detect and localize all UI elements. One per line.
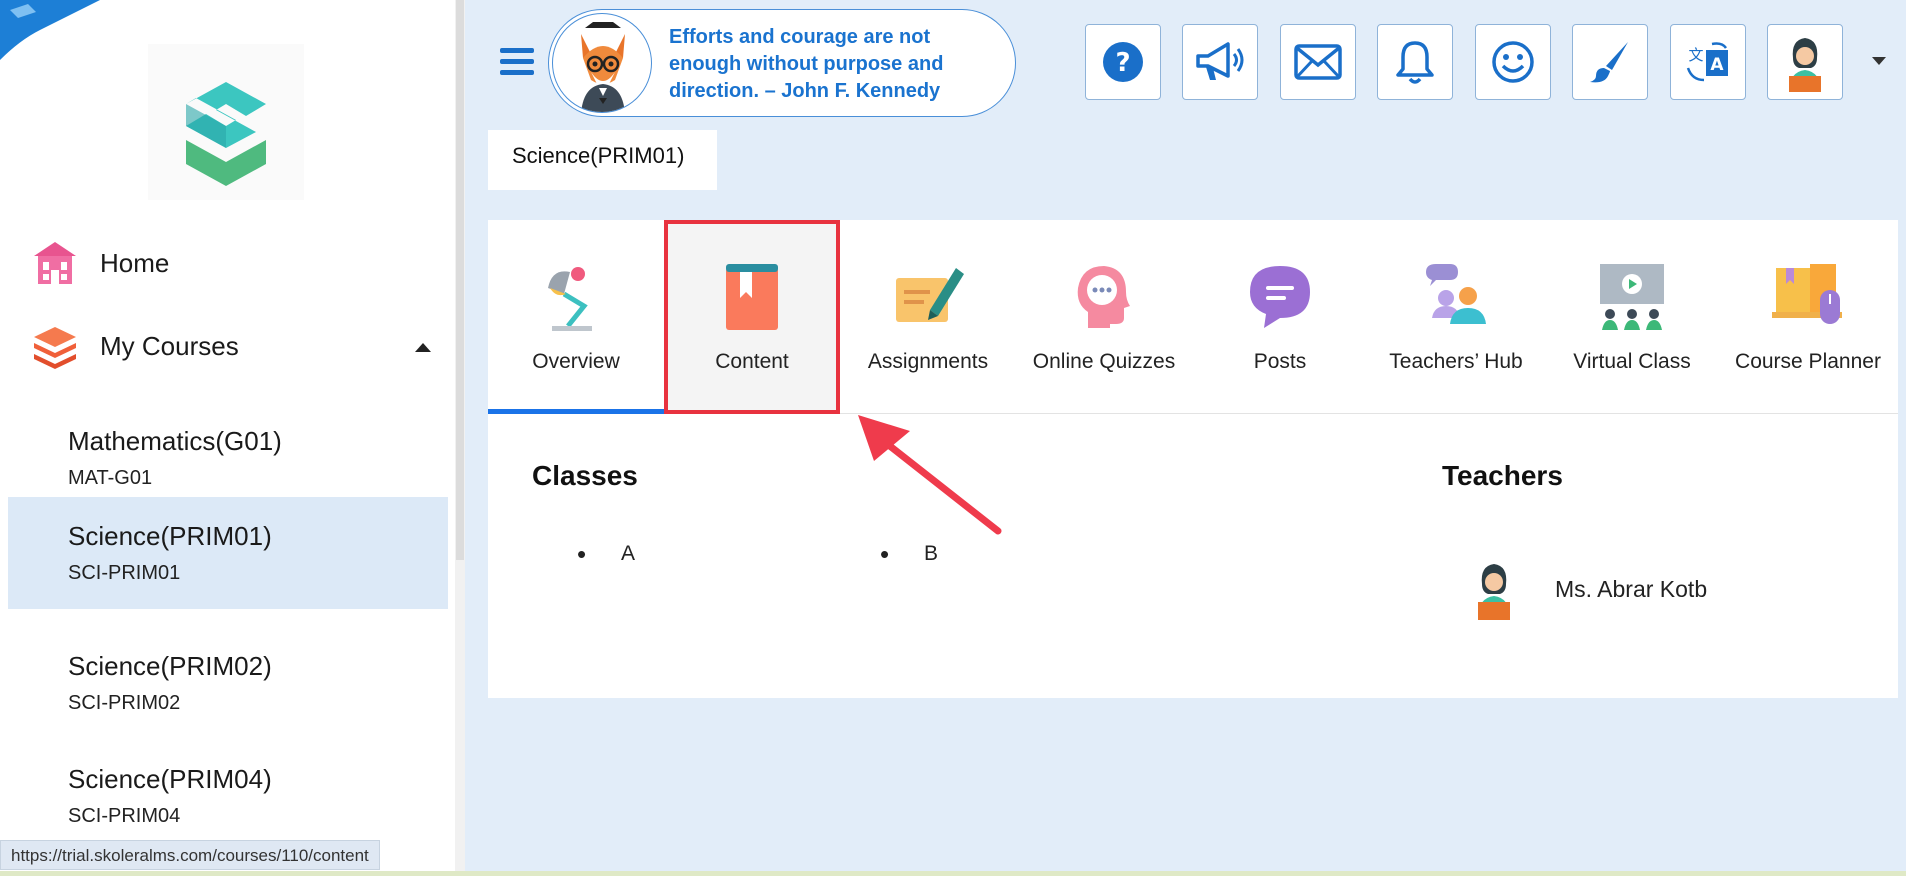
tab-label: Teachers’ Hub <box>1389 350 1523 373</box>
tab-label: Assignments <box>867 350 989 373</box>
avatar-icon <box>1789 38 1821 92</box>
announcements-button[interactable] <box>1182 24 1258 100</box>
tab-label: Posts <box>1253 350 1307 373</box>
tab-label: Virtual Class <box>1573 350 1691 373</box>
corner-fold-icon <box>0 0 100 60</box>
status-bar-url: https://trial.skoleralms.com/courses/110… <box>0 840 380 870</box>
svg-text:文: 文 <box>1688 46 1703 64</box>
course-name: Science(PRIM04) <box>68 764 272 794</box>
tab-course-planner[interactable]: Course Planner <box>1720 220 1896 414</box>
course-item-science-prim01[interactable]: Science(PRIM01) SCI-PRIM01 <box>8 497 448 609</box>
bottom-border <box>0 871 1906 876</box>
nav-my-courses[interactable]: My Courses <box>30 323 239 369</box>
profile-button[interactable] <box>1767 24 1843 100</box>
tab-assignments[interactable]: Assignments <box>840 220 1016 414</box>
quiz-icon <box>1077 266 1130 328</box>
profile-dropdown-caret-icon[interactable] <box>1872 57 1886 65</box>
mail-icon <box>1294 44 1342 80</box>
teacher-avatar-icon <box>1478 564 1510 620</box>
school-logo[interactable] <box>148 44 304 200</box>
course-breadcrumb[interactable]: Science(PRIM01) <box>488 130 717 190</box>
collapse-caret-icon[interactable] <box>415 343 431 352</box>
tab-teachers-hub[interactable]: Teachers’ Hub <box>1368 220 1544 414</box>
tab-posts[interactable]: Posts <box>1192 220 1368 414</box>
annotation-arrow-icon <box>858 415 1002 535</box>
teachers-hub-icon <box>1426 264 1486 324</box>
course-code: SCI-PRIM01 <box>68 562 181 584</box>
megaphone-icon <box>1196 42 1244 80</box>
course-name: Science(PRIM01) <box>68 521 272 551</box>
notifications-button[interactable] <box>1377 24 1453 100</box>
quote-text: Efforts and courage are not enough witho… <box>669 24 989 105</box>
messages-button[interactable] <box>1280 24 1356 100</box>
school-building-icon <box>34 242 76 284</box>
language-button[interactable]: A 文 <box>1670 24 1746 100</box>
course-code: SCI-PRIM04 <box>68 805 181 827</box>
course-planner-icon <box>1772 264 1842 324</box>
virtual-class-icon <box>1600 264 1664 330</box>
teacher-name[interactable]: Ms. Abrar Kotb <box>1555 576 1707 603</box>
help-button[interactable]: ? <box>1085 24 1161 100</box>
quote-line: enough without purpose and <box>669 53 944 75</box>
bell-icon <box>1396 41 1434 84</box>
tab-overview[interactable]: Overview <box>488 220 664 414</box>
course-code: MAT-G01 <box>68 467 153 489</box>
tab-online-quizzes[interactable]: Online Quizzes <box>1016 220 1192 414</box>
sidebar: Home My Courses Mathematics(G01) MAT-G01… <box>0 0 455 876</box>
nav-home[interactable]: Home <box>30 238 169 288</box>
lamp-icon <box>548 267 592 331</box>
class-item-a[interactable]: A <box>577 539 635 570</box>
svg-text:?: ? <box>1115 48 1130 78</box>
stacked-layers-icon <box>34 327 76 369</box>
course-tabs: Overview Content Assignments Online Quiz… <box>488 220 1898 414</box>
brush-icon <box>1590 42 1628 83</box>
tab-label: Overview <box>532 350 620 373</box>
teachers-title: Teachers <box>1442 460 1563 491</box>
classes-title: Classes <box>532 460 638 491</box>
assignment-icon <box>896 268 964 322</box>
course-name: Mathematics(G01) <box>68 426 282 456</box>
tab-label: Content <box>715 350 789 373</box>
fox-mascot-icon <box>552 13 652 113</box>
sidebar-scrollbar-thumb[interactable] <box>456 0 464 560</box>
hamburger-menu-icon[interactable] <box>500 48 534 76</box>
help-icon: ? <box>1103 42 1143 82</box>
quote-line: Efforts and courage are not <box>669 26 931 48</box>
tab-content[interactable]: Content <box>664 220 840 414</box>
tab-virtual-class[interactable]: Virtual Class <box>1544 220 1720 414</box>
feedback-button[interactable] <box>1475 24 1551 100</box>
book-icon <box>726 264 778 330</box>
course-card: Overview Content Assignments Online Quiz… <box>488 220 1898 698</box>
logo-icon <box>186 82 266 186</box>
course-item-science-prim02[interactable]: Science(PRIM02) SCI-PRIM02 <box>8 627 448 739</box>
course-name: Science(PRIM02) <box>68 651 272 681</box>
svg-text:A: A <box>1710 55 1724 75</box>
nav-home-label: Home <box>100 247 170 278</box>
tab-label: Online Quizzes <box>1032 350 1176 373</box>
smiley-icon <box>1492 41 1534 83</box>
tab-label: Course Planner <box>1735 350 1881 373</box>
quote-line: direction. – John F. Kennedy <box>669 80 941 102</box>
nav-my-courses-label: My Courses <box>100 330 239 361</box>
translate-icon: A 文 <box>1686 42 1728 82</box>
theme-button[interactable] <box>1572 24 1648 100</box>
course-item-science-prim04[interactable]: Science(PRIM04) SCI-PRIM04 <box>8 740 448 852</box>
quote-banner: Efforts and courage are not enough witho… <box>548 9 1016 117</box>
chat-icon <box>1250 266 1310 328</box>
course-code: SCI-PRIM02 <box>68 692 181 714</box>
class-item-b[interactable]: B <box>880 539 938 570</box>
